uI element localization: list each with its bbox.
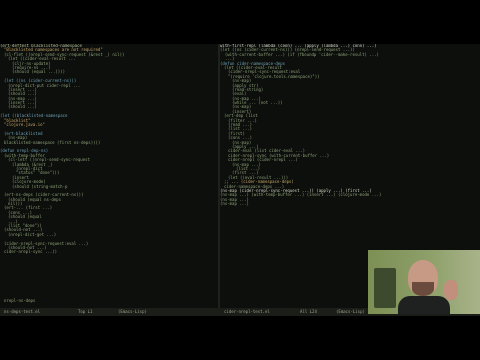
mode-line-left-position: Top L1 xyxy=(78,309,93,314)
code-line[interactable]: (ns-map ...) xyxy=(220,201,480,206)
mode-line-right-mode: (Emacs-Lisp) xyxy=(336,309,365,314)
mode-line-left-mode: (Emacs-Lisp) xyxy=(118,309,147,314)
mode-line-left-buffer[interactable]: ns-deps-test.el xyxy=(4,308,40,316)
letterbox-bottom xyxy=(0,316,480,360)
presenter-hand xyxy=(444,280,458,300)
mode-line-right-position: All L24 xyxy=(300,309,317,314)
left-editor-pane[interactable]: (ert-deftest blacklisted-namespace "Black… xyxy=(0,44,218,308)
echo-area: nrepl-ns-deps xyxy=(4,298,36,303)
mode-line-right-buffer[interactable]: cider-nrepl-test.el xyxy=(224,308,270,316)
code-line[interactable]: cider-nrepl-sync ...)) xyxy=(0,249,218,254)
webcam-overlay xyxy=(368,250,480,314)
webcam-shelf xyxy=(374,268,396,308)
letterbox-top xyxy=(0,0,480,44)
presenter-beard xyxy=(412,282,434,296)
presenter-body xyxy=(398,296,450,314)
